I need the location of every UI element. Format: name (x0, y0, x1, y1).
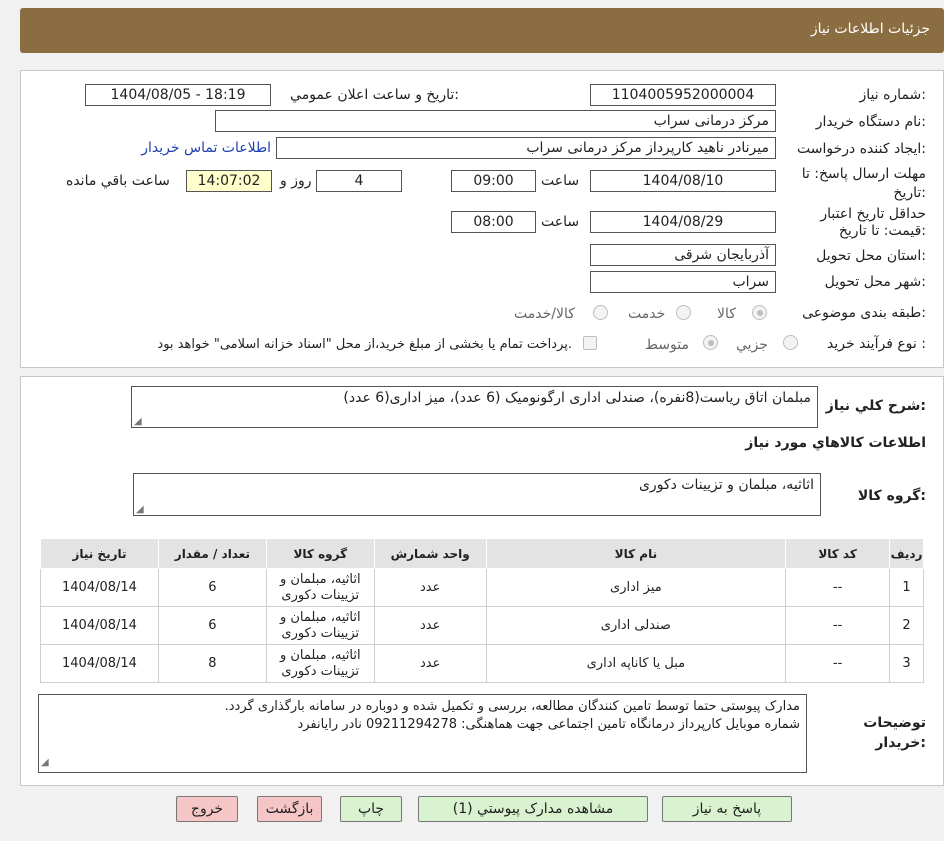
process-minor-label: جزیي (736, 337, 768, 353)
goods-group-text: اثاثیه، مبلمان و تزیینات دکوری (638, 477, 814, 493)
cell-code: -- (785, 606, 891, 645)
print-button[interactable]: چاپ (340, 796, 402, 822)
buyer-notes-line-1: مدارک پیوستی حتما توسط تامین کنندگان مطا… (224, 699, 800, 714)
cell-row-number: 2 (889, 606, 924, 645)
cell-code: -- (785, 644, 891, 683)
process-medium-radio[interactable] (703, 335, 718, 350)
col-header-name: نام کالا (485, 538, 787, 569)
category-service-label: خدمت (628, 306, 666, 322)
resize-grip-icon[interactable]: ◢ (41, 754, 49, 772)
province-field: آذربایجان شرقی (590, 244, 776, 266)
reply-button[interactable]: پاسخ به نیاز (662, 796, 792, 822)
cell-row-number: 3 (889, 644, 924, 683)
city-field: سراب (590, 271, 776, 293)
remaining-time-field: 14:07:02 (186, 170, 272, 192)
resize-grip-icon[interactable]: ◢ (136, 504, 144, 515)
category-service-radio[interactable] (676, 305, 691, 320)
description-label: شرح کلي نیاز: (825, 398, 926, 414)
need-number-label: شماره نیاز: (859, 87, 926, 103)
deadline-time-label: ساعت (541, 173, 580, 189)
city-label: شهر محل تحویل: (824, 274, 926, 290)
announce-field: 1404/08/05 - 18:19 (85, 84, 271, 106)
category-both-radio[interactable] (593, 305, 608, 320)
need-number-field: 1104005952000004 (590, 84, 776, 106)
deadline-date-field: 1404/08/10 (590, 170, 776, 192)
goods-section-title: اطلاعات کالاهاي مورد نیاز (745, 435, 926, 451)
description-textarea[interactable]: مبلمان اتاق ریاست(8نفره)، صندلی اداری ار… (131, 386, 818, 428)
table-row: 2 -- صندلی اداری عدد اثاثیه، مبلمان و تز… (40, 606, 924, 645)
validity-time-field: 08:00 (451, 211, 536, 233)
category-both-label: کالا/خدمت (514, 306, 575, 322)
buyer-notes-textarea[interactable]: مدارک پیوستی حتما توسط تامین کنندگان مطا… (38, 694, 807, 773)
resize-grip-icon[interactable]: ◢ (134, 416, 142, 427)
province-label: استان محل تحویل: (816, 248, 926, 264)
cell-qty: 8 (157, 644, 267, 683)
col-header-row-number: ردیف (889, 538, 924, 569)
cell-unit: عدد (373, 568, 487, 607)
cell-unit: عدد (373, 644, 487, 683)
validity-label: حداقل تاریخ اعتبار قیمت: تا تاریخ: (820, 206, 926, 239)
buyer-field: مرکز درمانی سراب (215, 110, 776, 132)
table-header-row: ردیف کد کالا نام کالا واحد شمارش گروه کا… (40, 538, 924, 569)
deadline-time-field: 09:00 (451, 170, 536, 192)
col-header-qty: تعداد / مقدار (157, 538, 267, 569)
buyer-contact-link[interactable]: اطلاعات تماس خریدار (141, 140, 271, 156)
announce-label: تاریخ و ساعت اعلان عمومي: (290, 87, 459, 103)
exit-button[interactable]: خروج (176, 796, 238, 822)
category-label: طبقه بندی موضوعی: (802, 305, 926, 321)
goods-group-label: گروه کالا: (857, 488, 926, 504)
process-medium-label: متوسط (645, 337, 689, 353)
validity-time-label: ساعت (541, 214, 580, 230)
days-label: روز و (280, 173, 312, 189)
category-goods-radio[interactable] (752, 305, 767, 320)
creator-field: میرنادر ناهید کارپرداز مرکز درمانی سراب (276, 137, 776, 159)
creator-label: ایجاد کننده درخواست: (797, 141, 926, 157)
payment-note: پرداخت تمام یا بخشی از مبلغ خرید،از محل … (157, 337, 572, 352)
treasury-checkbox[interactable] (583, 336, 597, 350)
page-header: جزئیات اطلاعات نیاز (20, 8, 944, 53)
table-row: 3 -- مبل یا کاناپه اداری عدد اثاثیه، مبل… (40, 644, 924, 683)
cell-group: اثاثیه، مبلمان و تزیینات دکوری (265, 644, 375, 683)
cell-date: 1404/08/14 (40, 644, 159, 683)
buyer-label: نام دستگاه خریدار: (815, 114, 926, 130)
buyer-notes-line-2: شماره موبایل کارپرداز درمانگاه تامین اجت… (297, 717, 800, 732)
goods-group-textarea[interactable]: اثاثیه، مبلمان و تزیینات دکوری ◢ (133, 473, 821, 516)
cell-qty: 6 (157, 606, 267, 645)
remaining-label: ساعت باقي مانده (66, 173, 170, 189)
process-label: نوع فرآیند خرید : (827, 336, 926, 352)
col-header-unit: واحد شمارش (373, 538, 487, 569)
description-text: مبلمان اتاق ریاست(8نفره)، صندلی اداری ار… (343, 390, 811, 406)
col-header-group: گروه کالا (265, 538, 375, 569)
cell-name: صندلی اداری (485, 606, 787, 645)
process-minor-radio[interactable] (783, 335, 798, 350)
validity-date-field: 1404/08/29 (590, 211, 776, 233)
cell-group: اثاثیه، مبلمان و تزیینات دکوری (265, 568, 375, 607)
col-header-code: کد کالا (785, 538, 891, 569)
cell-date: 1404/08/14 (40, 568, 159, 607)
cell-row-number: 1 (889, 568, 924, 607)
cell-date: 1404/08/14 (40, 606, 159, 645)
back-button[interactable]: بازگشت (257, 796, 322, 822)
cell-code: -- (785, 568, 891, 607)
deadline-label: مهلت ارسال پاسخ: تا تاریخ: (801, 166, 926, 201)
buyer-notes-label: توضیحات خریدار: (863, 715, 926, 751)
page-title: جزئیات اطلاعات نیاز (810, 21, 930, 37)
goods-table: ردیف کد کالا نام کالا واحد شمارش گروه کا… (40, 538, 924, 683)
category-goods-label: کالا (717, 306, 736, 322)
table-row: 1 -- میز اداری عدد اثاثیه، مبلمان و تزیی… (40, 568, 924, 607)
cell-name: میز اداری (485, 568, 787, 607)
cell-name: مبل یا کاناپه اداری (485, 644, 787, 683)
days-field: 4 (316, 170, 402, 192)
col-header-date: تاریخ نیاز (40, 538, 159, 569)
cell-unit: عدد (373, 606, 487, 645)
cell-group: اثاثیه، مبلمان و تزیینات دکوری (265, 606, 375, 645)
cell-qty: 6 (157, 568, 267, 607)
view-attachments-button[interactable]: مشاهده مدارک پیوستي (1) (418, 796, 648, 822)
